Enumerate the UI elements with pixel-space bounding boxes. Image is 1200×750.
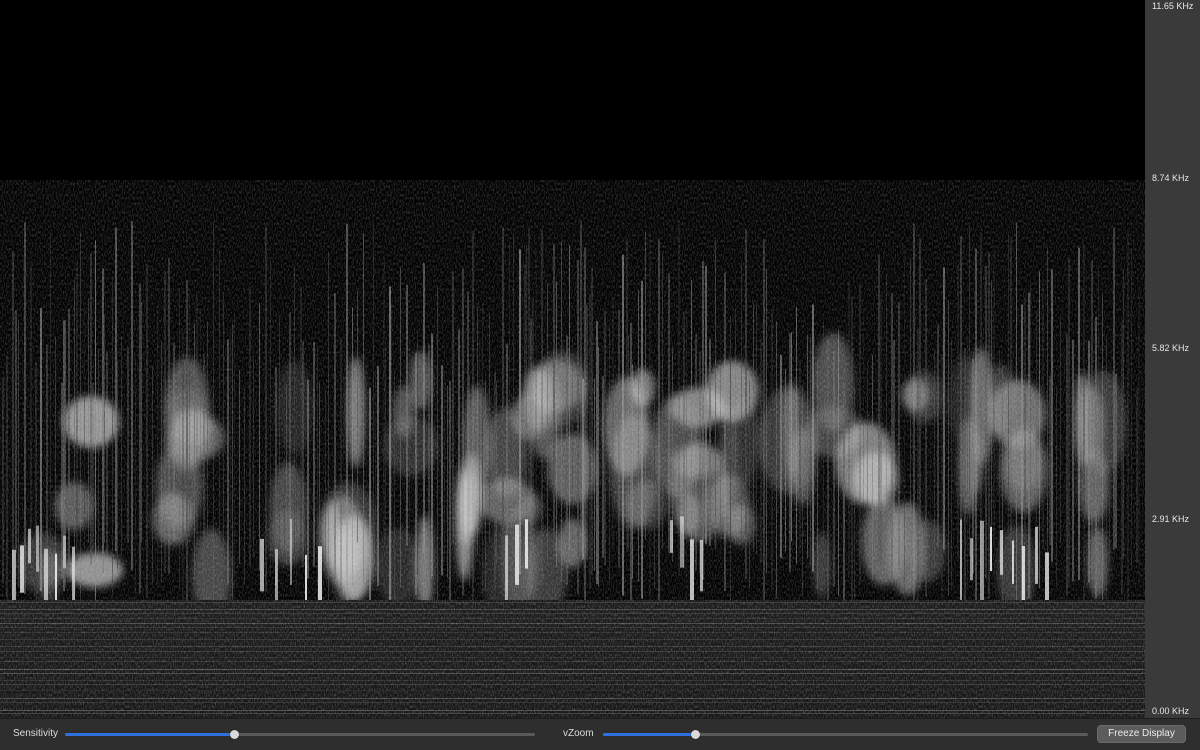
frequency-axis: 11.65 KHz 8.74 KHz 5.82 KHz 2.91 KHz 0.0…	[1145, 0, 1200, 718]
sensitivity-slider-knob[interactable]	[230, 730, 240, 739]
vzoom-slider-fill	[603, 733, 696, 736]
vzoom-label: vZoom	[563, 728, 594, 739]
vzoom-slider[interactable]	[603, 730, 1088, 739]
freq-label-bottom: 0.00 KHz	[1152, 706, 1190, 716]
sensitivity-label: Sensitivity	[13, 728, 59, 739]
sensitivity-slider[interactable]	[65, 730, 535, 739]
sensitivity-slider-fill	[65, 733, 235, 736]
freq-label-top: 11.65 KHz	[1152, 1, 1194, 11]
freeze-display-button[interactable]: Freeze Display	[1097, 725, 1186, 743]
freq-label-2: 8.74 KHz	[1152, 173, 1190, 183]
vzoom-slider-knob[interactable]	[691, 730, 701, 739]
spectrogram-window: 11.65 KHz 8.74 KHz 5.82 KHz 2.91 KHz 0.0…	[0, 0, 1200, 750]
control-bar: Sensitivity vZoom Freeze Display	[0, 718, 1200, 750]
spectrogram-canvas	[0, 0, 1145, 718]
freq-label-4: 2.91 KHz	[1152, 514, 1190, 524]
spectrogram-display	[0, 0, 1145, 718]
freq-label-3: 5.82 KHz	[1152, 343, 1190, 353]
